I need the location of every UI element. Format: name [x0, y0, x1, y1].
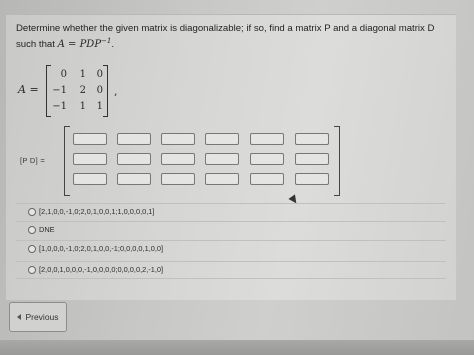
- matrix-a-cell: 1: [79, 101, 86, 112]
- matrix-a-cell: 0: [60, 69, 67, 80]
- pd-input[interactable]: [295, 153, 329, 165]
- option-label: [2,0,0,1,0,0,0,-1,0,0,0,0;0,0,0,0,2,-1,0…: [39, 265, 164, 274]
- radio-button[interactable]: [28, 208, 36, 216]
- monitor-bezel: [0, 340, 474, 355]
- matrix-a-cell: 0: [96, 69, 103, 80]
- matrix-a-label: A =: [18, 83, 39, 96]
- pd-input[interactable]: [73, 133, 107, 145]
- pd-input[interactable]: [250, 153, 284, 165]
- matrix-a-cell: 1: [96, 101, 103, 112]
- option-1[interactable]: [2,1,0,0,-1,0;2,0,1,0,0,1;1,0,0,0,0,1]: [16, 203, 446, 221]
- pd-input[interactable]: [295, 133, 329, 145]
- question-period: .: [111, 39, 115, 51]
- pd-answer-grid: [64, 126, 340, 196]
- radio-button[interactable]: [28, 245, 36, 253]
- chevron-left-icon: [17, 314, 22, 320]
- pd-input[interactable]: [205, 153, 239, 165]
- matrix-a-comma: ,: [114, 85, 118, 98]
- option-label: [2,1,0,0,-1,0;2,0,1,0,0,1;1,0,0,0,0,1]: [39, 207, 155, 216]
- pd-input[interactable]: [73, 153, 107, 165]
- option-label: DNE: [39, 225, 55, 234]
- matrix-a: 0 1 0 −1 2 0 −1 1 1: [46, 65, 108, 117]
- matrix-a-cell: 2: [79, 85, 86, 96]
- pd-input[interactable]: [250, 133, 284, 145]
- pd-input[interactable]: [295, 173, 329, 185]
- pd-input[interactable]: [117, 133, 151, 145]
- matrix-a-cell: −1: [52, 101, 67, 112]
- question-exponent: −1: [101, 37, 112, 45]
- pd-label: [P D] =: [20, 156, 46, 165]
- matrix-a-cell: 0: [96, 85, 103, 96]
- pd-input[interactable]: [205, 133, 239, 145]
- pd-input[interactable]: [205, 173, 239, 185]
- question-card: Determine whether the given matrix is di…: [6, 14, 456, 300]
- pd-input[interactable]: [161, 153, 195, 165]
- pd-input[interactable]: [117, 153, 151, 165]
- question-equation: A = PDP: [57, 39, 102, 51]
- option-label: [1,0,0,0,-1,0;2,0,1,0,0,-1;0,0,0,0,1,0,0…: [39, 244, 164, 253]
- pd-input[interactable]: [161, 173, 195, 185]
- screen-background: Determine whether the given matrix is di…: [0, 0, 474, 355]
- option-4[interactable]: [2,0,0,1,0,0,0,-1,0,0,0,0;0,0,0,0,2,-1,0…: [16, 261, 446, 279]
- pd-input[interactable]: [117, 173, 151, 185]
- matrix-a-cell: −1: [52, 85, 67, 96]
- matrix-a-cell: 1: [79, 69, 86, 80]
- pd-input[interactable]: [73, 173, 107, 185]
- pd-input[interactable]: [250, 173, 284, 185]
- pd-input[interactable]: [161, 133, 195, 145]
- previous-button[interactable]: Previous: [9, 302, 67, 332]
- option-2[interactable]: DNE: [16, 221, 446, 239]
- question-prompt: Determine whether the given matrix is di…: [16, 23, 446, 51]
- option-3[interactable]: [1,0,0,0,-1,0;2,0,1,0,0,-1;0,0,0,0,1,0,0…: [16, 240, 446, 258]
- radio-button[interactable]: [28, 226, 36, 234]
- previous-label: Previous: [25, 312, 59, 322]
- radio-button[interactable]: [28, 266, 36, 274]
